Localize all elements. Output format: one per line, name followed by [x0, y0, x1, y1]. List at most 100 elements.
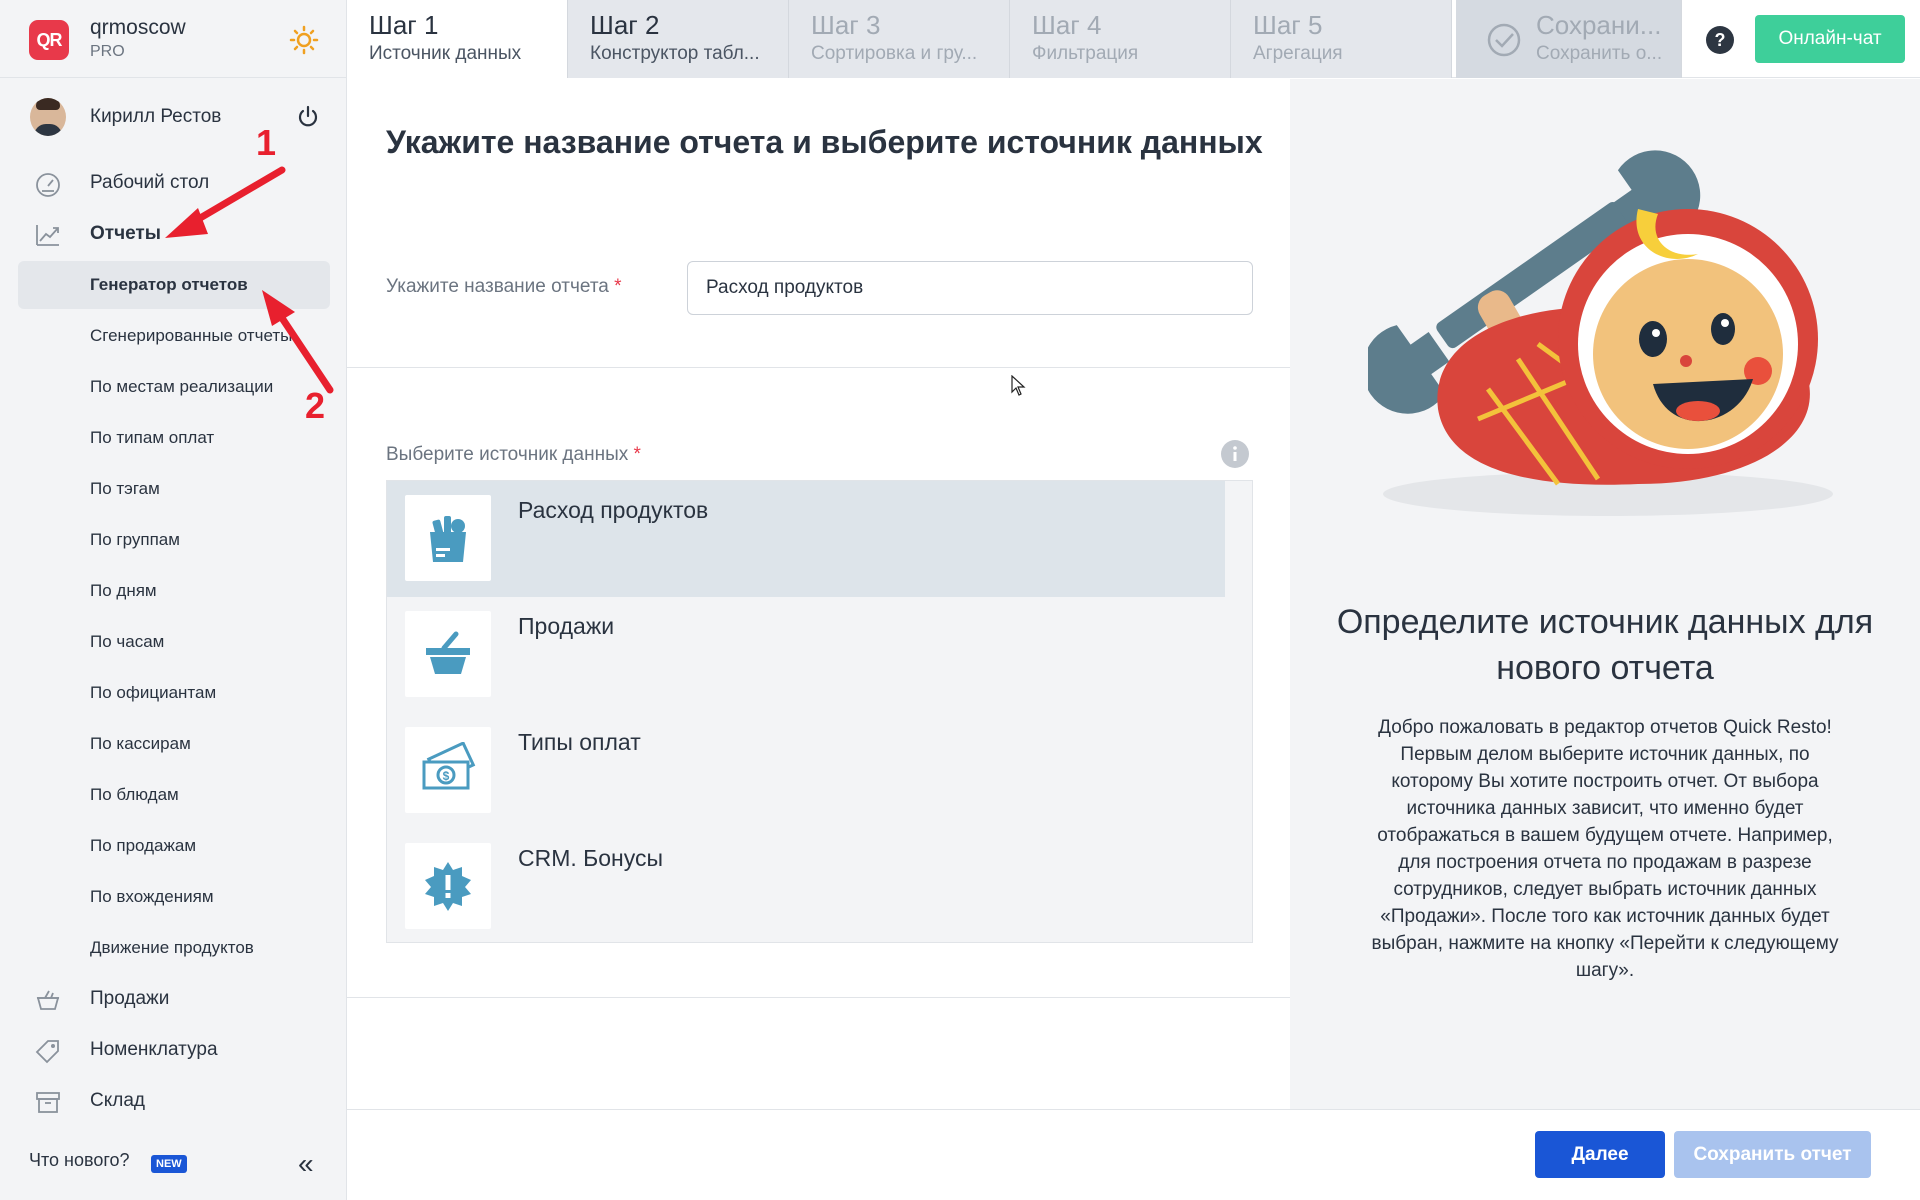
step-tabs: Шаг 1 Источник данных Шаг 2 Конструктор …	[347, 0, 1920, 78]
nav-desktop[interactable]: Рабочий стол	[0, 160, 347, 206]
annotation-number-2: 2	[305, 385, 326, 426]
divider	[347, 367, 1290, 368]
nav-warehouse-label: Склад	[90, 1090, 145, 1111]
sub-by-sales[interactable]: По продажам	[18, 822, 330, 870]
sub-item-label: По кассирам	[90, 734, 191, 753]
sub-by-days[interactable]: По дням	[18, 567, 330, 615]
nav-desktop-label: Рабочий стол	[90, 172, 210, 193]
collapse-sidebar-icon[interactable]: «	[298, 1150, 314, 1178]
tab-step-number: Шаг 2	[590, 10, 660, 40]
nav-reports[interactable]: Отчеты	[0, 211, 347, 257]
tab-save[interactable]: Сохрани... Сохранить о...	[1456, 0, 1682, 78]
info-icon[interactable]	[1220, 439, 1250, 469]
sub-item-label: По продажам	[90, 836, 197, 855]
help-text: Добро пожаловать в редактор отчетов Quic…	[1371, 717, 1839, 981]
nav-sales-label: Продажи	[90, 988, 170, 1009]
sub-by-dishes[interactable]: По блюдам	[18, 771, 330, 819]
sidebar: QR qrmoscow PRO Кирилл Рестов Рабочий ст…	[0, 0, 347, 1200]
source-item-payment-types[interactable]: $ Типы оплат	[387, 713, 1225, 829]
sub-item-label: Генератор отчетов	[90, 275, 248, 294]
sub-item-label: Движение продуктов	[90, 938, 254, 957]
sub-by-cashiers[interactable]: По кассирам	[18, 720, 330, 768]
report-name-label-text: Укажите название отчета	[386, 276, 609, 297]
sun-icon[interactable]	[289, 25, 319, 55]
power-icon[interactable]	[295, 104, 321, 130]
new-badge: NEW	[151, 1155, 187, 1173]
source-label-text: Выберите источник данных	[386, 444, 629, 465]
source-thumb	[405, 611, 491, 697]
sub-report-generator[interactable]: Генератор отчетов	[18, 261, 330, 309]
grocery-bag-icon	[430, 516, 466, 562]
sub-by-locations[interactable]: По местам реализации	[18, 363, 330, 411]
sub-by-tags[interactable]: По тэгам	[18, 465, 330, 513]
required-mark: *	[614, 276, 622, 297]
brand-logo[interactable]: QR	[29, 20, 69, 60]
nav-nomenclature-label: Номенклатура	[90, 1039, 218, 1060]
sub-by-entries[interactable]: По вхождениям	[18, 873, 330, 921]
annotation-number-1: 1	[256, 122, 277, 163]
report-name-input[interactable]	[687, 261, 1253, 315]
main-content: Укажите название отчета и выберите источ…	[347, 79, 1290, 1109]
online-chat-button[interactable]: Онлайн-чат	[1755, 15, 1905, 63]
user-profile: Кирилл Рестов	[0, 90, 347, 146]
sub-item-label: По тэгам	[90, 479, 160, 498]
source-name: Расход продуктов	[518, 497, 709, 523]
basket-icon	[36, 990, 60, 1010]
sub-product-movement[interactable]: Движение продуктов	[18, 924, 330, 972]
nav-nomenclature[interactable]: Номенклатура	[0, 1027, 347, 1073]
nav-reports-label: Отчеты	[90, 223, 161, 244]
mouse-cursor-icon	[1011, 375, 1026, 396]
sub-item-label: По группам	[90, 530, 180, 549]
tab-step-label: Сортировка и гру...	[811, 43, 978, 64]
page-title: Укажите название отчета и выберите источ…	[386, 124, 1263, 160]
basket-icon	[426, 631, 470, 674]
avatar[interactable]	[30, 98, 66, 136]
tab-step-3[interactable]: Шаг 3 Сортировка и гру...	[789, 0, 1010, 78]
report-name-label: Укажите название отчета *	[386, 276, 622, 298]
source-item-sales[interactable]: Продажи	[387, 597, 1225, 713]
sub-item-label: Сгенерированные отчеты	[90, 326, 293, 345]
source-thumb: $	[405, 727, 491, 813]
tab-step-1[interactable]: Шаг 1 Источник данных	[347, 0, 568, 78]
tab-step-4[interactable]: Шаг 4 Фильтрация	[1010, 0, 1231, 78]
help-panel: Определите источник данных для нового от…	[1290, 79, 1920, 1109]
sub-generated-reports[interactable]: Сгенерированные отчеты	[18, 312, 330, 360]
help-icon[interactable]: ?	[1705, 25, 1735, 55]
brand-plan: PRO	[90, 43, 125, 60]
source-item-crm-bonuses[interactable]: CRM. Бонусы	[387, 829, 1225, 942]
archive-box-icon	[36, 1092, 60, 1113]
next-button[interactable]: Далее	[1535, 1131, 1665, 1178]
source-name: Типы оплат	[518, 729, 641, 755]
source-label: Выберите источник данных *	[386, 444, 641, 466]
sub-item-label: По местам реализации	[90, 377, 274, 396]
source-thumb	[405, 843, 491, 929]
nav-warehouse[interactable]: Склад	[0, 1078, 347, 1124]
tab-step-2[interactable]: Шаг 2 Конструктор табл...	[568, 0, 789, 78]
divider	[347, 997, 1290, 998]
tag-icon	[35, 1040, 59, 1064]
tab-step-number: Шаг 1	[369, 10, 439, 40]
tab-step-number: Шаг 5	[1253, 10, 1323, 40]
source-item-product-consumption[interactable]: Расход продуктов	[387, 481, 1225, 597]
sub-by-hours[interactable]: По часам	[18, 618, 330, 666]
required-mark: *	[633, 444, 641, 465]
whats-new-link[interactable]: Что нового?	[29, 1150, 130, 1171]
sub-item-label: По дням	[90, 581, 157, 600]
sub-by-payment-types[interactable]: По типам оплат	[18, 414, 330, 462]
svg-text:?: ?	[1715, 30, 1726, 50]
svg-text:$: $	[443, 769, 450, 783]
sub-item-label: По типам оплат	[90, 428, 215, 447]
tab-step-label: Сохранить о...	[1536, 43, 1663, 64]
sub-by-waiters[interactable]: По официантам	[18, 669, 330, 717]
nav-sales[interactable]: Продажи	[0, 976, 347, 1022]
source-thumb	[405, 495, 491, 581]
sub-item-label: По официантам	[90, 683, 217, 702]
tab-step-5[interactable]: Шаг 5 Агрегация	[1231, 0, 1452, 78]
tab-step-label: Конструктор табл...	[590, 43, 760, 64]
data-source-list: Расход продуктов Продажи $ Типы оплат CR…	[386, 480, 1253, 943]
user-name[interactable]: Кирилл Рестов	[90, 106, 221, 128]
chart-trend-icon	[36, 225, 59, 246]
sub-by-groups[interactable]: По группам	[18, 516, 330, 564]
save-report-button[interactable]: Сохранить отчет	[1674, 1131, 1871, 1178]
tab-step-number: Шаг 3	[811, 10, 881, 40]
